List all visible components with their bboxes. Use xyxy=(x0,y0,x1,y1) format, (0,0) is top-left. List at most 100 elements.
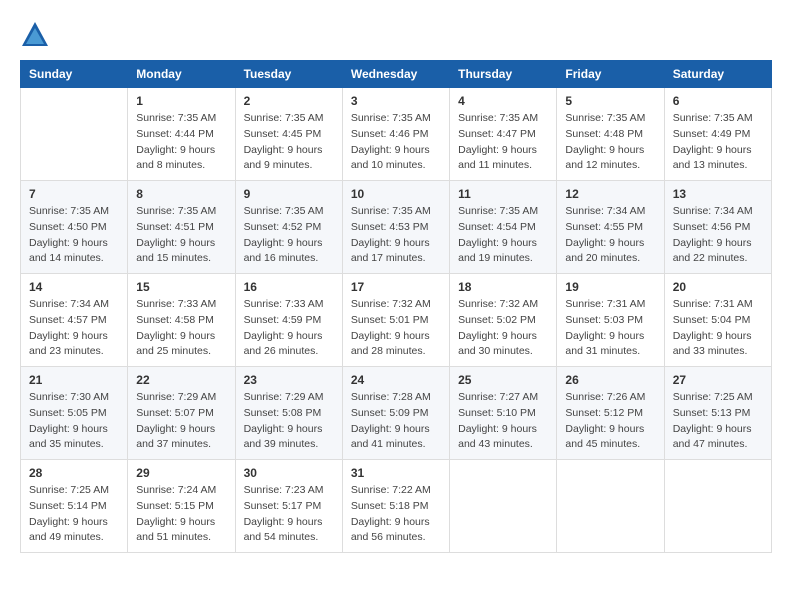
day-info: Sunrise: 7:35 AM Sunset: 4:53 PM Dayligh… xyxy=(351,204,441,267)
day-number: 15 xyxy=(136,280,226,294)
day-number: 6 xyxy=(673,94,763,108)
day-number: 25 xyxy=(458,373,548,387)
table-row: 3 Sunrise: 7:35 AM Sunset: 4:46 PM Daylig… xyxy=(342,88,449,181)
table-row: 4Sunrise: 7:35 AM Sunset: 4:47 PM Daylig… xyxy=(450,88,557,181)
table-row: 6 Sunrise: 7:35 AM Sunset: 4:49 PM Daylig… xyxy=(664,88,771,181)
day-info: Sunrise: 7:35 AM Sunset: 4:50 PM Dayligh… xyxy=(29,204,119,267)
table-row: 31Sunrise: 7:22 AM Sunset: 5:18 PM Dayli… xyxy=(342,460,449,553)
weekday-header-row: SundayMondayTuesdayWednesdayThursdayFrid… xyxy=(21,61,772,88)
table-row: 1 Sunrise: 7:35 AM Sunset: 4:44 PM Daylig… xyxy=(128,88,235,181)
day-number: 4 xyxy=(458,94,548,108)
day-number: 23 xyxy=(244,373,334,387)
day-info: Sunrise: 7:35 AM Sunset: 4:54 PM Dayligh… xyxy=(458,204,548,267)
table-row: 22 Sunrise: 7:29 AM Sunset: 5:07 PM Dayli… xyxy=(128,367,235,460)
day-info: Sunrise: 7:23 AM Sunset: 5:17 PM Dayligh… xyxy=(244,483,334,546)
table-row: 16 Sunrise: 7:33 AM Sunset: 4:59 PM Dayli… xyxy=(235,274,342,367)
day-number: 5 xyxy=(565,94,655,108)
day-number: 2 xyxy=(244,94,334,108)
table-row: 30 Sunrise: 7:23 AM Sunset: 5:17 PM Dayli… xyxy=(235,460,342,553)
calendar-table: SundayMondayTuesdayWednesdayThursdayFrid… xyxy=(20,60,772,553)
day-number: 13 xyxy=(673,187,763,201)
day-info: Sunrise: 7:28 AM Sunset: 5:09 PM Dayligh… xyxy=(351,390,441,453)
day-info: Sunrise: 7:32 AM Sunset: 5:02 PM Dayligh… xyxy=(458,297,548,360)
calendar-body: 1 Sunrise: 7:35 AM Sunset: 4:44 PM Daylig… xyxy=(21,88,772,553)
day-info: Sunrise: 7:31 AM Sunset: 5:04 PM Dayligh… xyxy=(673,297,763,360)
day-number: 22 xyxy=(136,373,226,387)
day-number: 9 xyxy=(244,187,334,201)
table-row: 18 Sunrise: 7:32 AM Sunset: 5:02 PM Dayli… xyxy=(450,274,557,367)
day-info: Sunrise: 7:35 AM Sunset: 4:45 PM Dayligh… xyxy=(244,111,334,174)
day-number: 16 xyxy=(244,280,334,294)
table-row: 19Sunrise: 7:31 AM Sunset: 5:03 PM Dayli… xyxy=(557,274,664,367)
day-info: Sunrise: 7:26 AM Sunset: 5:12 PM Dayligh… xyxy=(565,390,655,453)
day-info: Sunrise: 7:35 AM Sunset: 4:48 PM Dayligh… xyxy=(565,111,655,174)
calendar-header: SundayMondayTuesdayWednesdayThursdayFrid… xyxy=(21,61,772,88)
day-info: Sunrise: 7:25 AM Sunset: 5:14 PM Dayligh… xyxy=(29,483,119,546)
table-row: 11 Sunrise: 7:35 AM Sunset: 4:54 PM Dayli… xyxy=(450,181,557,274)
week-row-1: 1 Sunrise: 7:35 AM Sunset: 4:44 PM Daylig… xyxy=(21,88,772,181)
day-number: 1 xyxy=(136,94,226,108)
day-info: Sunrise: 7:27 AM Sunset: 5:10 PM Dayligh… xyxy=(458,390,548,453)
day-info: Sunrise: 7:34 AM Sunset: 4:56 PM Dayligh… xyxy=(673,204,763,267)
day-info: Sunrise: 7:25 AM Sunset: 5:13 PM Dayligh… xyxy=(673,390,763,453)
weekday-monday: Monday xyxy=(128,61,235,88)
table-row: 7 Sunrise: 7:35 AM Sunset: 4:50 PM Daylig… xyxy=(21,181,128,274)
day-number: 7 xyxy=(29,187,119,201)
day-info: Sunrise: 7:35 AM Sunset: 4:51 PM Dayligh… xyxy=(136,204,226,267)
table-row: 15 Sunrise: 7:33 AM Sunset: 4:58 PM Dayli… xyxy=(128,274,235,367)
table-row: 9 Sunrise: 7:35 AM Sunset: 4:52 PM Daylig… xyxy=(235,181,342,274)
weekday-tuesday: Tuesday xyxy=(235,61,342,88)
table-row: 2 Sunrise: 7:35 AM Sunset: 4:45 PM Daylig… xyxy=(235,88,342,181)
day-number: 21 xyxy=(29,373,119,387)
table-row: 24 Sunrise: 7:28 AM Sunset: 5:09 PM Dayli… xyxy=(342,367,449,460)
table-row: 8 Sunrise: 7:35 AM Sunset: 4:51 PM Daylig… xyxy=(128,181,235,274)
day-number: 11 xyxy=(458,187,548,201)
table-row: 29 Sunrise: 7:24 AM Sunset: 5:15 PM Dayli… xyxy=(128,460,235,553)
day-info: Sunrise: 7:35 AM Sunset: 4:46 PM Dayligh… xyxy=(351,111,441,174)
weekday-wednesday: Wednesday xyxy=(342,61,449,88)
day-info: Sunrise: 7:33 AM Sunset: 4:59 PM Dayligh… xyxy=(244,297,334,360)
day-number: 12 xyxy=(565,187,655,201)
day-number: 28 xyxy=(29,466,119,480)
day-number: 29 xyxy=(136,466,226,480)
day-number: 26 xyxy=(565,373,655,387)
day-info: Sunrise: 7:24 AM Sunset: 5:15 PM Dayligh… xyxy=(136,483,226,546)
day-info: Sunrise: 7:34 AM Sunset: 4:55 PM Dayligh… xyxy=(565,204,655,267)
day-info: Sunrise: 7:29 AM Sunset: 5:08 PM Dayligh… xyxy=(244,390,334,453)
day-info: Sunrise: 7:35 AM Sunset: 4:49 PM Dayligh… xyxy=(673,111,763,174)
day-info: Sunrise: 7:29 AM Sunset: 5:07 PM Dayligh… xyxy=(136,390,226,453)
week-row-5: 28 Sunrise: 7:25 AM Sunset: 5:14 PM Dayli… xyxy=(21,460,772,553)
day-info: Sunrise: 7:35 AM Sunset: 4:44 PM Dayligh… xyxy=(136,111,226,174)
logo-icon xyxy=(20,20,50,50)
day-number: 30 xyxy=(244,466,334,480)
day-info: Sunrise: 7:31 AM Sunset: 5:03 PM Dayligh… xyxy=(565,297,655,360)
day-number: 3 xyxy=(351,94,441,108)
table-row: 27 Sunrise: 7:25 AM Sunset: 5:13 PM Dayli… xyxy=(664,367,771,460)
table-row: 28 Sunrise: 7:25 AM Sunset: 5:14 PM Dayli… xyxy=(21,460,128,553)
day-number: 18 xyxy=(458,280,548,294)
day-info: Sunrise: 7:34 AM Sunset: 4:57 PM Dayligh… xyxy=(29,297,119,360)
table-row: 23 Sunrise: 7:29 AM Sunset: 5:08 PM Dayli… xyxy=(235,367,342,460)
day-number: 14 xyxy=(29,280,119,294)
logo xyxy=(20,20,54,50)
day-number: 24 xyxy=(351,373,441,387)
day-number: 8 xyxy=(136,187,226,201)
weekday-sunday: Sunday xyxy=(21,61,128,88)
day-number: 31 xyxy=(351,466,441,480)
table-row: 14 Sunrise: 7:34 AM Sunset: 4:57 PM Dayli… xyxy=(21,274,128,367)
day-info: Sunrise: 7:30 AM Sunset: 5:05 PM Dayligh… xyxy=(29,390,119,453)
day-info: Sunrise: 7:32 AM Sunset: 5:01 PM Dayligh… xyxy=(351,297,441,360)
table-row: 12 Sunrise: 7:34 AM Sunset: 4:55 PM Dayli… xyxy=(557,181,664,274)
table-row xyxy=(557,460,664,553)
table-row: 26 Sunrise: 7:26 AM Sunset: 5:12 PM Dayli… xyxy=(557,367,664,460)
weekday-saturday: Saturday xyxy=(664,61,771,88)
table-row: 17Sunrise: 7:32 AM Sunset: 5:01 PM Dayli… xyxy=(342,274,449,367)
week-row-2: 7 Sunrise: 7:35 AM Sunset: 4:50 PM Daylig… xyxy=(21,181,772,274)
week-row-4: 21 Sunrise: 7:30 AM Sunset: 5:05 PM Dayli… xyxy=(21,367,772,460)
weekday-thursday: Thursday xyxy=(450,61,557,88)
page-header xyxy=(20,20,772,50)
day-info: Sunrise: 7:35 AM Sunset: 4:52 PM Dayligh… xyxy=(244,204,334,267)
day-info: Sunrise: 7:33 AM Sunset: 4:58 PM Dayligh… xyxy=(136,297,226,360)
day-number: 27 xyxy=(673,373,763,387)
table-row xyxy=(21,88,128,181)
